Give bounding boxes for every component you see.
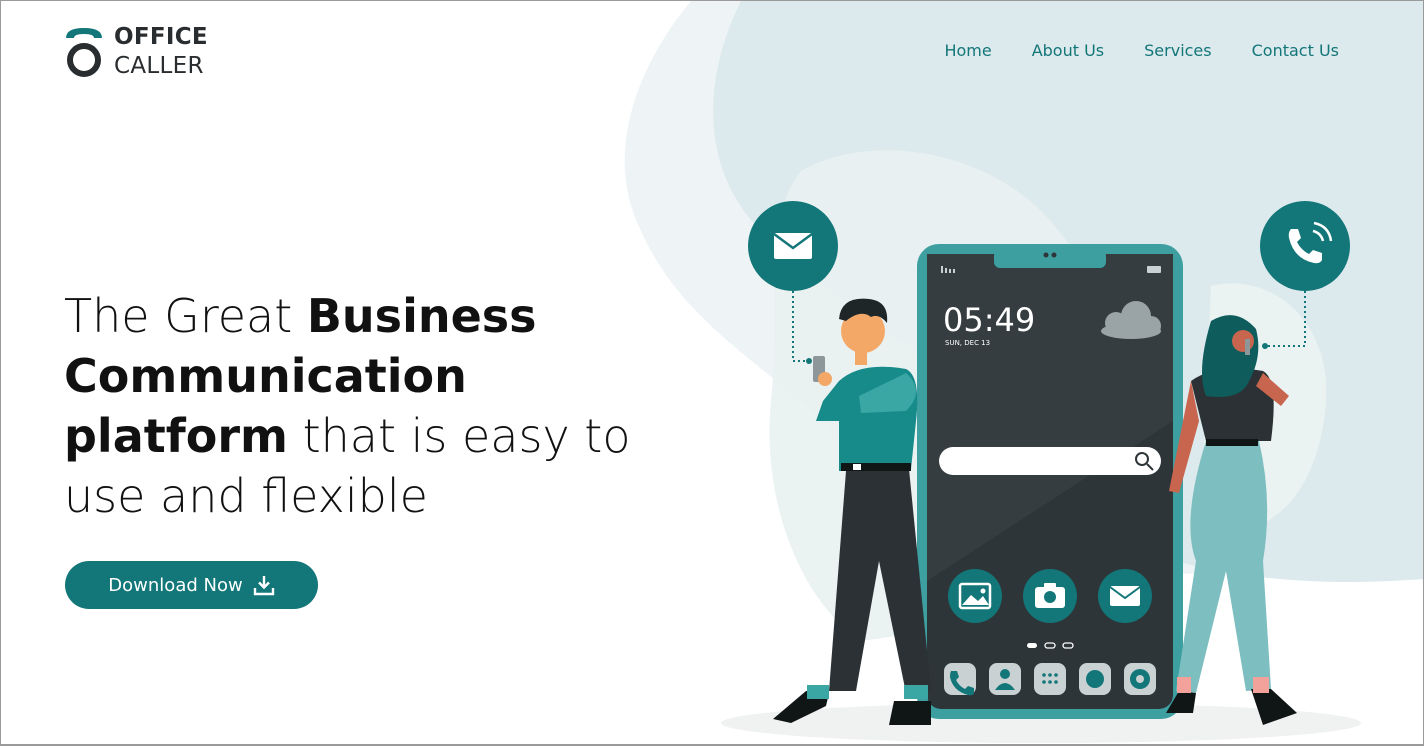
hero-illustration: 05:49 SUN, DEC 13 bbox=[748, 201, 1350, 725]
dock-settings-icon bbox=[1130, 669, 1150, 689]
phone-date: SUN, DEC 13 bbox=[945, 339, 990, 347]
woman-figure bbox=[1166, 315, 1297, 725]
app-camera-icon bbox=[1023, 569, 1077, 623]
phone-search-bar bbox=[939, 447, 1161, 475]
logo[interactable]: OFFICE CALLER bbox=[64, 24, 208, 80]
hero-text-lead: The Great bbox=[64, 289, 307, 343]
app-mail-icon bbox=[1098, 569, 1152, 623]
phone-call-bubble-icon bbox=[1260, 201, 1350, 291]
smartphone: 05:49 SUN, DEC 13 bbox=[917, 244, 1183, 719]
app-image-icon bbox=[948, 569, 1002, 623]
hero-heading: The Great Business Communication platfor… bbox=[64, 286, 704, 526]
dock-chat-icon bbox=[1086, 670, 1104, 688]
download-icon bbox=[253, 576, 274, 596]
logo-text-caller: CALLER bbox=[114, 53, 204, 79]
download-button-label: Download Now bbox=[108, 574, 243, 596]
download-now-button[interactable]: Download Now bbox=[65, 561, 318, 609]
phone-time: 05:49 bbox=[943, 301, 1035, 339]
page: OFFICE CALLER Home About Us Services Con… bbox=[0, 0, 1424, 746]
logo-text-office: OFFICE bbox=[114, 24, 208, 50]
man-figure bbox=[773, 298, 931, 725]
logo-phone-icon bbox=[64, 24, 104, 80]
mail-bubble-icon bbox=[748, 201, 838, 291]
